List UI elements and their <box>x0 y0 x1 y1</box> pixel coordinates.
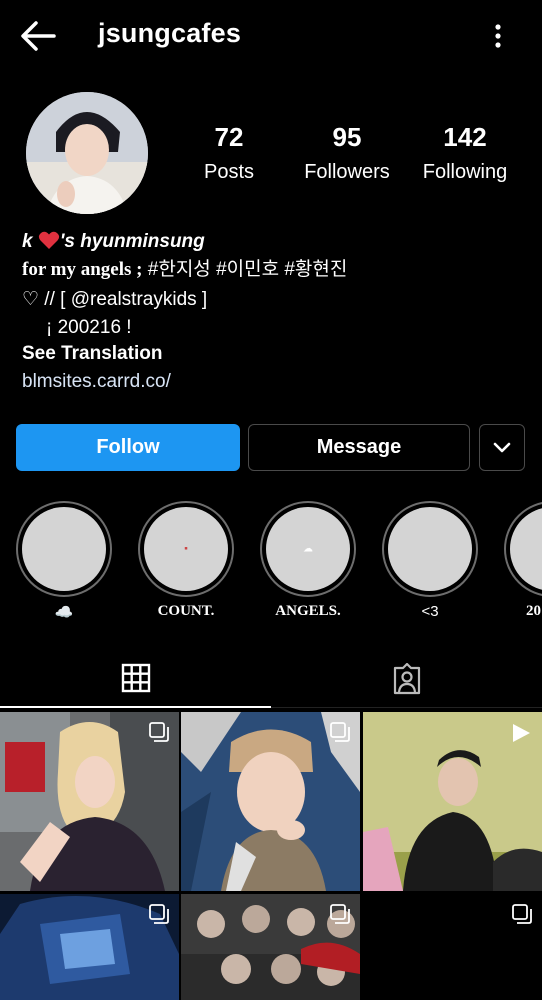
post-thumbnail[interactable] <box>181 712 360 891</box>
bio-line-2: ♡ // [ @realstraykids ] <box>22 289 208 310</box>
highlight-ring <box>16 501 112 597</box>
highlight-cover <box>388 507 472 591</box>
multiple-posts-icon <box>330 904 350 924</box>
highlight-cover: ☁ <box>266 507 350 591</box>
highlight-item[interactable]: <3 <box>382 501 478 620</box>
profile-bio: k 's hyunminsung for my angels ; #한지성 #이… <box>22 228 522 396</box>
tab-posts-grid[interactable] <box>0 650 271 708</box>
profile-tabs <box>0 650 542 710</box>
highlight-ring <box>382 501 478 597</box>
post-thumbnail[interactable] <box>363 894 542 1000</box>
multiple-posts-icon <box>149 904 169 924</box>
see-translation-link[interactable]: See Translation <box>22 340 522 368</box>
bio-line-3: ¡ 200216 ! <box>46 317 132 338</box>
top-bar: jsungcafes <box>0 0 542 72</box>
suggested-accounts-button[interactable] <box>479 424 525 471</box>
following-stat[interactable]: 142 Following <box>395 122 535 184</box>
highlight-item[interactable]: 20 <box>504 501 542 620</box>
bio-website-link[interactable]: blmsites.carrd.co/ <box>22 368 522 396</box>
highlight-caption: <3 <box>421 603 439 620</box>
bio-name-prefix: k <box>22 231 33 252</box>
tab-tagged[interactable] <box>271 650 542 708</box>
more-options-icon[interactable] <box>486 20 510 52</box>
post-thumbnail[interactable] <box>0 712 179 891</box>
highlight-caption: 20 <box>526 603 541 619</box>
bio-name: k 's hyunminsung <box>22 228 522 256</box>
highlight-ring <box>504 501 542 597</box>
following-count: 142 <box>443 122 487 152</box>
highlight-item[interactable]: ☁ ANGELS. <box>260 501 356 620</box>
video-icon <box>513 724 530 742</box>
heart-icon <box>38 231 59 249</box>
post-thumbnail[interactable] <box>363 712 542 891</box>
profile-username: jsungcafes <box>98 18 242 48</box>
highlight-cover <box>22 507 106 591</box>
bio-line-1: for my angels ; #한지성 #이민호 #황현진 <box>22 256 522 284</box>
multiple-posts-icon <box>330 722 350 742</box>
tagged-icon <box>393 662 420 694</box>
highlight-item[interactable]: ▪ COUNT. <box>138 501 234 620</box>
highlight-ring: ☁ <box>260 501 356 597</box>
highlight-item[interactable]: ☁️ <box>16 501 112 622</box>
grid-icon <box>121 663 150 693</box>
multiple-posts-icon <box>512 904 532 924</box>
avatar-photo <box>26 92 148 214</box>
post-thumbnail[interactable] <box>0 894 179 1000</box>
avatar[interactable] <box>26 92 148 214</box>
highlight-cover: ▪ <box>144 507 228 591</box>
follow-button[interactable]: Follow <box>16 424 240 471</box>
post-thumbnail[interactable] <box>181 894 360 1000</box>
back-arrow-icon[interactable] <box>18 18 58 54</box>
highlight-caption: ANGELS. <box>275 603 341 619</box>
bio-name-suffix: 's hyunminsung <box>59 231 205 252</box>
chevron-down-icon <box>493 442 511 452</box>
following-label: Following <box>422 161 508 183</box>
bio-hashtags[interactable]: #한지성 #이민호 #황현진 <box>143 259 348 280</box>
bio-line-1-serif: for my angels ; <box>22 259 143 280</box>
highlight-caption: ☁️ <box>54 605 74 621</box>
multiple-posts-icon <box>149 722 169 742</box>
message-button[interactable]: Message <box>248 424 470 471</box>
highlight-caption: COUNT. <box>157 603 215 619</box>
highlight-ring: ▪ <box>138 501 234 597</box>
highlight-cover <box>510 507 542 591</box>
